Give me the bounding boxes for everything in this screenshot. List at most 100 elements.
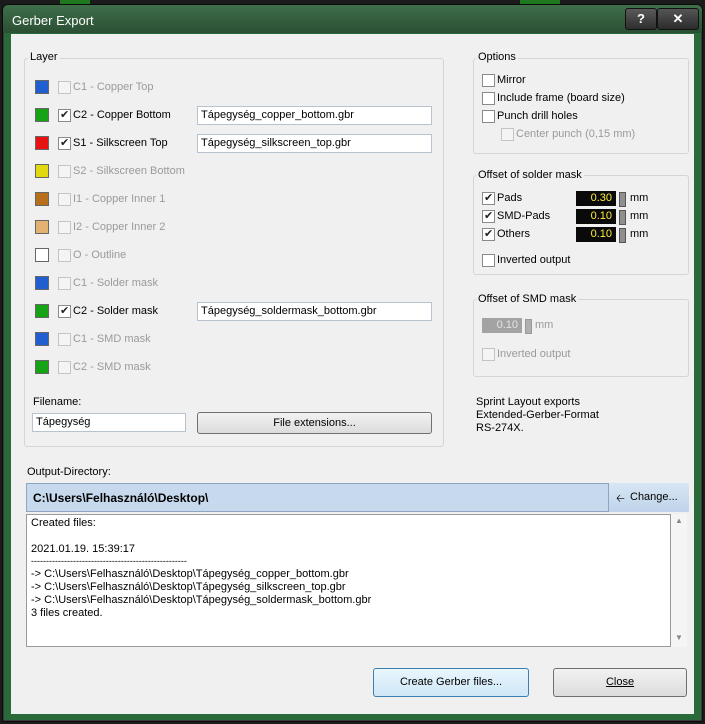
change-button-label: Change... [630,491,678,503]
check-mark-icon: ✔ [484,210,494,222]
help-button[interactable]: ? [625,8,657,30]
output-directory-path: C:\Users\Felhasználó\Desktop\ [33,491,209,505]
create-gerber-button[interactable]: Create Gerber files... [373,668,529,697]
layer-checkbox[interactable] [58,333,71,346]
solder-offset-unit: mm [630,228,649,240]
solder-offset-unit: mm [630,192,649,204]
export-info-text: Sprint Layout exports Extended-Gerber-Fo… [476,396,599,434]
options-group-label: Options [476,51,518,63]
layer-label: S2 - Silkscreen Bottom [73,165,185,177]
check-mark-icon: ✔ [60,305,70,317]
include-frame-checkbox[interactable] [482,92,495,105]
filename-label: Filename: [33,396,82,408]
filename-input[interactable]: Tápegység [32,413,186,432]
layer-checkbox[interactable]: ✔ [58,137,71,150]
check-mark-icon: ✔ [60,137,70,149]
layer-label: C2 - Copper Bottom [73,109,171,121]
solder-offset-checkbox[interactable]: ✔ [482,210,495,223]
check-mark-icon: ✔ [484,228,494,240]
solder-offset-unit: mm [630,210,649,222]
smd-inverted-checkbox[interactable] [482,348,495,361]
created-files-log[interactable]: Created files: 2021.01.19. 15:39:17 ----… [26,514,671,647]
layer-label: C2 - Solder mask [73,305,158,317]
title-bar[interactable]: Gerber Export ? ✕ [3,5,702,33]
center-punch-checkbox[interactable] [501,128,514,141]
layer-color-swatch [35,332,49,346]
log-line: -> C:\Users\Felhasználó\Desktop\Tápegysé… [31,580,346,593]
layer-label: I2 - Copper Inner 2 [73,221,166,233]
layer-label: I1 - Copper Inner 1 [73,193,166,205]
output-directory-label: Output-Directory: [27,466,111,478]
close-button[interactable]: Close [553,668,687,697]
solder-offset-spinner[interactable] [619,210,626,225]
solder-mask-group-label: Offset of solder mask [476,169,584,181]
solder-offset-spinner[interactable] [619,192,626,207]
solder-offset-label: Pads [497,192,523,204]
layer-checkbox[interactable]: ✔ [58,109,71,122]
layer-color-swatch [35,80,49,94]
layer-color-swatch [35,108,49,122]
smd-offset-unit: mm [535,319,554,331]
log-scrollbar[interactable]: ▲ ▼ [671,514,687,647]
layer-group-label: Layer [28,51,60,63]
check-mark-icon: ✔ [484,192,494,204]
layer-color-swatch [35,360,49,374]
smd-mask-group [473,299,689,377]
solder-offset-checkbox[interactable]: ✔ [482,228,495,241]
solder-offset-checkbox[interactable]: ✔ [482,192,495,205]
change-directory-button[interactable]: 🡠 Change... [608,483,689,512]
smd-offset-spinner[interactable] [525,319,532,334]
layer-label: C1 - Copper Top [73,81,154,93]
layer-checkbox[interactable] [58,221,71,234]
check-mark-icon: ✔ [60,109,70,121]
solder-offset-label: SMD-Pads [497,210,551,222]
smd-mask-group-label: Offset of SMD mask [476,293,579,305]
scroll-up-icon[interactable]: ▲ [675,516,683,525]
layer-filename-input[interactable]: Tápegység_soldermask_bottom.gbr [197,302,432,321]
solder-offset-label: Others [497,228,531,240]
close-window-button[interactable]: ✕ [657,8,699,30]
layer-color-swatch [35,220,49,234]
solder-offset-spinner[interactable] [619,228,626,243]
log-line: ----------------------------------------… [31,556,187,567]
scroll-down-icon[interactable]: ▼ [675,633,683,642]
layer-filename-input[interactable]: Tápegység_silkscreen_top.gbr [197,134,432,153]
log-line: -> C:\Users\Felhasználó\Desktop\Tápegysé… [31,593,372,606]
layer-label: C1 - SMD mask [73,333,151,345]
solder-offset-input[interactable]: 0.30 [576,191,616,206]
layer-checkbox[interactable]: ✔ [58,305,71,318]
layer-checkbox[interactable] [58,361,71,374]
log-line: 2021.01.19. 15:39:17 [31,542,135,555]
center-punch-label: Center punch (0,15 mm) [516,128,636,140]
layer-checkbox[interactable] [58,277,71,290]
mirror-checkbox[interactable] [482,74,495,87]
log-line: 3 files created. [31,606,103,619]
solder-offset-input[interactable]: 0.10 [576,209,616,224]
layer-color-swatch [35,276,49,290]
layer-label: C2 - SMD mask [73,361,151,373]
layer-label: S1 - Silkscreen Top [73,137,168,149]
mirror-label: Mirror [497,74,526,86]
punch-drill-checkbox[interactable] [482,110,495,123]
layer-color-swatch [35,248,49,262]
log-line: Created files: [31,517,96,529]
solder-inverted-label: Inverted output [497,254,571,266]
layer-color-swatch [35,304,49,318]
layer-checkbox[interactable] [58,165,71,178]
solder-inverted-checkbox[interactable] [482,254,495,267]
dialog-body: Layer C1 - Copper Top ✔ C2 - Copper Bottom… [11,34,694,714]
file-extensions-button[interactable]: File extensions... [197,412,432,434]
output-directory-bar: C:\Users\Felhasználó\Desktop\ 🡠 Change..… [26,483,689,512]
layer-color-swatch [35,192,49,206]
left-arrow-icon: 🡠 [616,493,625,505]
layer-checkbox[interactable] [58,249,71,262]
layer-checkbox[interactable] [58,81,71,94]
layer-label: O - Outline [73,249,127,261]
layer-filename-input[interactable]: Tápegység_copper_bottom.gbr [197,106,432,125]
smd-offset-input[interactable]: 0.10 [482,318,522,333]
log-line: -> C:\Users\Felhasználó\Desktop\Tápegysé… [31,568,349,581]
solder-offset-input[interactable]: 0.10 [576,227,616,242]
layer-checkbox[interactable] [58,193,71,206]
punch-drill-label: Punch drill holes [497,110,578,122]
